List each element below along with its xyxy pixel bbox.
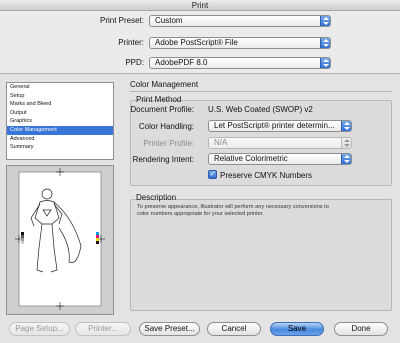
printer-profile-label: Printer Profile: [143, 139, 194, 148]
preview-page [18, 171, 102, 307]
printer-profile-select[interactable]: N/A [208, 137, 352, 149]
print-preset-select[interactable]: Custom [149, 15, 331, 27]
popup-arrows-icon [320, 58, 330, 68]
color-handling-select[interactable]: Let PostScript® printer determin... [208, 120, 352, 132]
save-button[interactable]: Save [270, 322, 324, 336]
checkmark-icon: ✓ [209, 171, 216, 178]
ppd-value: AdobePDF 8.0 [155, 58, 208, 67]
popup-arrows-icon [341, 121, 351, 131]
rendering-intent-label: Rendering Intent: [132, 155, 194, 164]
done-button[interactable]: Done [334, 322, 388, 336]
popup-arrows-icon [320, 16, 330, 26]
preserve-cmyk-label: Preserve CMYK Numbers [220, 171, 313, 180]
description-line-1: To preserve appearance, Illustrator will… [137, 204, 329, 210]
color-handling-label: Color Handling: [138, 122, 194, 131]
document-profile-label: Document Profile: [130, 105, 194, 114]
settings-category-list[interactable]: General Setup Marks and Bleed Output Gra… [6, 82, 114, 160]
printer-value: Adobe PostScript® File [155, 38, 238, 47]
window-title: Print [0, 0, 400, 11]
color-handling-value: Let PostScript® printer determin... [214, 121, 335, 130]
popup-arrows-icon [341, 154, 351, 164]
print-settings-header: Print Preset: Custom Printer: Adobe Post… [0, 11, 400, 73]
printer-select[interactable]: Adobe PostScript® File [149, 37, 331, 49]
page-setup-button[interactable]: Page Setup... [9, 322, 70, 336]
ppd-label: PPD: [125, 58, 144, 67]
printer-profile-value: N/A [214, 138, 228, 147]
sidebar-item-advanced[interactable]: Advanced [7, 135, 113, 144]
sidebar-item-setup[interactable]: Setup [7, 92, 113, 101]
print-method-title: Print Method [136, 95, 182, 104]
section-divider [130, 91, 392, 92]
ppd-select[interactable]: AdobePDF 8.0 [149, 57, 331, 69]
popup-arrows-icon [341, 138, 351, 148]
print-preset-value: Custom [155, 16, 183, 25]
printer-button[interactable]: Printer... [75, 322, 131, 336]
popup-arrows-icon [320, 38, 330, 48]
print-preset-label: Print Preset: [99, 16, 144, 25]
sidebar-item-output[interactable]: Output [7, 109, 113, 118]
printer-label: Printer: [118, 38, 144, 47]
description-title: Description [136, 193, 177, 202]
save-preset-button[interactable]: Save Preset... [139, 322, 200, 336]
sidebar-item-marks-and-bleed[interactable]: Marks and Bleed [7, 100, 113, 109]
sidebar-item-summary[interactable]: Summary [7, 143, 113, 152]
rendering-intent-select[interactable]: Relative Colorimetric [208, 153, 352, 165]
color-management-title: Color Management [130, 80, 199, 89]
page-preview[interactable] [6, 165, 114, 315]
document-profile-value: U.S. Web Coated (SWOP) v2 [208, 105, 313, 114]
sidebar-item-graphics[interactable]: Graphics [7, 117, 113, 126]
description-line-2: color numbers appropriate for your selec… [137, 211, 264, 217]
cancel-button[interactable]: Cancel [207, 322, 261, 336]
rendering-intent-value: Relative Colorimetric [214, 154, 288, 163]
preserve-cmyk-checkbox[interactable]: ✓ [208, 170, 217, 179]
sidebar-item-general[interactable]: General [7, 83, 113, 92]
sidebar-item-color-management[interactable]: Color Management [7, 125, 113, 135]
header-divider [0, 73, 400, 74]
